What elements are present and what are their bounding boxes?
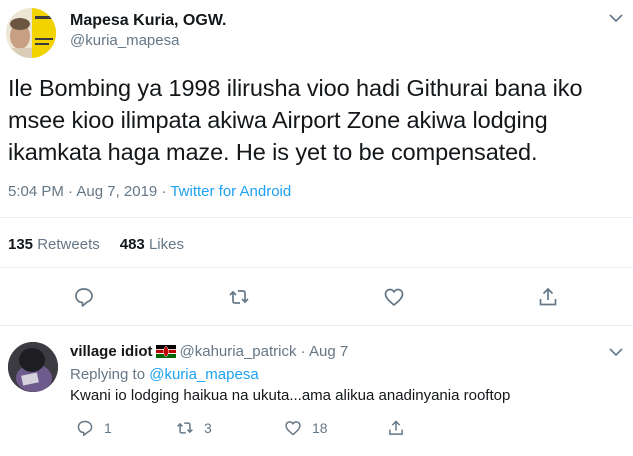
likes-count: 483 — [119, 236, 145, 253]
retweets-stat[interactable]: 135 Retweets — [8, 236, 100, 253]
author-handle[interactable]: @kuria_mapesa — [70, 32, 179, 49]
reply-tweet[interactable]: village idiot @kahuria_patrick · Aug 7 R… — [0, 326, 633, 456]
author-avatar[interactable] — [6, 8, 56, 58]
replying-to: Replying to @kuria_mapesa — [70, 366, 259, 383]
likes-label: Likes — [148, 236, 184, 253]
retweet-icon — [177, 422, 193, 434]
reply-icon[interactable] — [73, 286, 95, 308]
likes-stat[interactable]: 483 Likes — [120, 236, 184, 253]
reply-icon — [77, 420, 93, 437]
kenya-flag-icon — [155, 345, 176, 358]
replying-to-link[interactable]: @kuria_mapesa — [149, 366, 258, 383]
share-icon — [389, 420, 403, 435]
tweet-meta: 5:04 PM · Aug 7, 2019 · Twitter for Andr… — [8, 183, 291, 200]
reply-avatar[interactable] — [8, 342, 58, 392]
reply-header: village idiot @kahuria_patrick · Aug 7 — [70, 343, 348, 360]
retweet-count: 3 — [204, 420, 212, 436]
retweets-count: 135 — [8, 236, 34, 253]
reply-retweet-button[interactable]: 3 — [176, 418, 212, 438]
like-count: 18 — [312, 420, 328, 436]
tweet-text-line: ikamkata haga maze. He is yet to be comp… — [8, 139, 538, 165]
reply-count: 1 — [104, 420, 112, 436]
chevron-down-icon[interactable] — [608, 346, 624, 358]
reply-reply-button[interactable]: 1 — [76, 418, 112, 438]
share-icon[interactable] — [537, 286, 559, 308]
reply-author-name[interactable]: village idiot — [70, 343, 153, 360]
tweet-text-line: msee kioo ilimpata akiwa Airport Zone ak… — [8, 107, 548, 133]
tweet-text-line: Ile Bombing ya 1998 ilirusha vioo hadi G… — [8, 75, 583, 101]
main-tweet: Mapesa Kuria, OGW. @kuria_mapesa Ile Bom… — [0, 0, 633, 325]
tweet-source-link[interactable]: Twitter for Android — [170, 183, 291, 200]
author-name[interactable]: Mapesa Kuria, OGW. — [70, 12, 226, 30]
tweet-text: Ile Bombing ya 1998 ilirusha vioo hadi G… — [8, 72, 628, 168]
reply-like-button[interactable]: 18 — [284, 418, 328, 438]
reply-share-button[interactable] — [387, 418, 415, 438]
separator-dot: · — [300, 343, 306, 360]
chevron-down-icon[interactable] — [608, 12, 624, 24]
divider — [0, 267, 633, 268]
reply-text: Kwani io lodging haikua na ukuta...ama a… — [70, 387, 511, 404]
tweet-stats: 135 Retweets 483 Likes — [8, 236, 184, 253]
tweet-timestamp[interactable]: 5:04 PM · Aug 7, 2019 · — [8, 183, 170, 200]
reply-author-handle[interactable]: @kahuria_patrick — [180, 343, 297, 360]
like-icon — [285, 421, 301, 436]
like-icon[interactable] — [383, 286, 405, 308]
retweet-icon[interactable] — [228, 286, 250, 308]
retweets-label: Retweets — [37, 236, 100, 253]
reply-date[interactable]: Aug 7 — [309, 343, 348, 360]
replying-prefix: Replying to — [70, 366, 150, 383]
divider — [0, 217, 633, 218]
